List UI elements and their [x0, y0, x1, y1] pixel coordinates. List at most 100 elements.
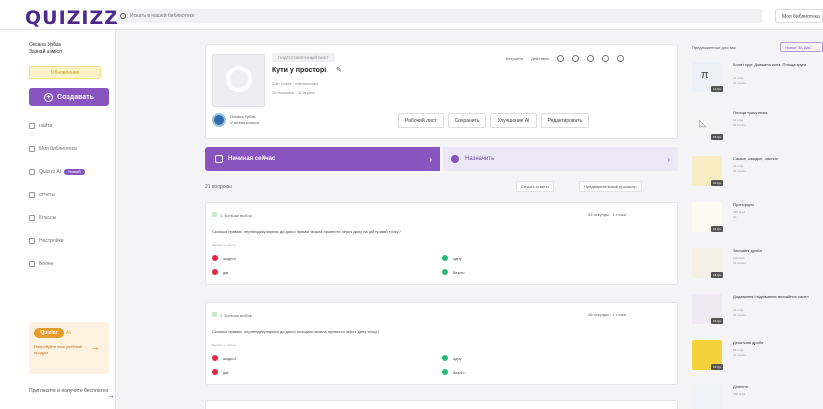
search-input[interactable] [130, 13, 330, 19]
sidebar-item-label: отчеты [39, 192, 56, 198]
ai-enhance-button[interactable]: Улучшение AI [490, 113, 537, 128]
recommended-title: Ділення [733, 384, 748, 389]
classes-icon [29, 215, 35, 221]
embed-button[interactable]: Встроить [506, 56, 523, 61]
my-library-link[interactable]: Моя библиотека [775, 9, 823, 23]
question-card[interactable]: 1. Больше выбор 45 секунды · 1 точка Ско… [205, 202, 678, 285]
recommended-title: Самые, каждые, частью [733, 156, 778, 161]
quiz-tag: ПОДГОТОВЛЕННЫЙ ВИКТ [272, 53, 335, 62]
recommended-meta: 2К играть [733, 313, 747, 317]
start-now-label: Начиная сейчас [228, 156, 276, 162]
sidebar-item-more[interactable]: Более [29, 258, 85, 270]
author-subtitle: Учитель класса [230, 120, 259, 125]
sidebar-item-label: Quizizz AI [39, 169, 62, 175]
recommended-quiz[interactable]: 14 Qs Пропорции 185 игра 3К [692, 198, 823, 238]
arrow-right-icon: → [107, 391, 115, 400]
create-label: Создавать [57, 93, 94, 101]
invite-link[interactable]: Пригласите и получите бесплатно → [29, 388, 115, 400]
sidebar-item-ai[interactable]: Quizizz AI Новый [29, 166, 85, 178]
chevron-right-icon: › [429, 154, 432, 164]
assign-button[interactable]: Назначить › [443, 147, 678, 171]
recommended-quiz[interactable]: 10 Qs Самые, каждые, частью 43 игра 2К и… [692, 152, 823, 192]
sidebar-item-search[interactable]: найти [29, 120, 85, 132]
recommended-quiz[interactable]: ◺ 15 Qs Площа трикутника 32 игра 4К игра… [692, 106, 823, 146]
question-count-badge: 12 Qs [711, 86, 724, 92]
author-avatar[interactable] [212, 113, 226, 127]
answer-text: дві [223, 269, 229, 275]
quiz-header-card: ПОДГОТОВЛЕННЫЙ ВИКТ Кути у просторі ✎ 11… [205, 44, 678, 139]
answer-option: дві [212, 269, 228, 275]
wrong-dot-icon [212, 369, 218, 375]
more-options-icon[interactable] [616, 55, 624, 62]
sidebar-item-library[interactable]: Моя библиотека [29, 143, 85, 155]
correct-dot-icon [442, 355, 448, 361]
question-type: 1. Больше выбор [212, 212, 252, 218]
multiple-choice-icon [212, 212, 217, 217]
chevron-right-icon: › [667, 154, 670, 164]
question-text: Сколько прямих, перпендикулярних до дано… [212, 229, 401, 234]
search-bar[interactable] [116, 9, 762, 23]
hide-answers-button[interactable]: Скрыть ответы [516, 181, 554, 192]
search-icon [120, 13, 126, 19]
correct-dot-icon [442, 255, 448, 261]
recommended-title: Кола і круг. Довжина кола. Площа круга [733, 62, 807, 67]
answer-choices-label: Варианты ответа [212, 343, 236, 347]
plus-icon: + [44, 92, 54, 102]
question-time: 45 секунды · 1 точка [588, 312, 626, 317]
answer-text: одну [453, 255, 462, 261]
heart-icon[interactable] [556, 55, 564, 62]
edit-pencil-icon[interactable]: ✎ [336, 66, 342, 74]
wrong-dot-icon [212, 269, 218, 275]
sidebar-item-label: Классы [39, 215, 57, 221]
save-button[interactable]: Сохранить [447, 113, 487, 128]
start-now-button[interactable]: Начиная сейчас › [205, 147, 440, 171]
user-name: Оксана Урбаs [29, 42, 62, 48]
preview-button[interactable]: Предварительный просмотр [579, 181, 642, 192]
sidebar-item-settings[interactable]: Настройки [29, 235, 85, 247]
recommended-quiz[interactable]: 16 Qs Додавання і віднімання звичайних ч… [692, 290, 823, 330]
quizizz-logo[interactable]: QUIZIZZ [25, 7, 119, 29]
recommended-meta: 188 игра [733, 392, 745, 396]
quiz-top-actions: Встроить Действия [506, 55, 624, 62]
copy-icon[interactable] [586, 55, 594, 62]
user-profile[interactable]: Оксана Урбаs Зазнай азмісл [29, 42, 62, 56]
sidebar-item-classes[interactable]: Классы [29, 212, 85, 224]
question-time: 45 секунды · 1 точка [588, 212, 626, 217]
recommended-quiz[interactable]: Ділення 188 игра [692, 380, 823, 409]
edit-button[interactable]: Редактировать [540, 113, 590, 128]
question-type-label: 1. Больше выбор [220, 213, 252, 218]
print-icon[interactable] [601, 55, 609, 62]
question-count-badge: 15 Qs [711, 364, 724, 370]
answer-text: жодної [223, 255, 236, 261]
create-button[interactable]: + Создавать [29, 88, 109, 106]
share-icon[interactable] [571, 55, 579, 62]
settings-icon [29, 238, 35, 244]
answer-option: безліч [442, 369, 464, 375]
recommended-meta: 2К играть [733, 169, 747, 173]
worksheet-button[interactable]: Рабочий лист [398, 113, 444, 128]
question-count-badge: 15 Qs [711, 134, 724, 140]
actions-dropdown[interactable]: Действия [531, 56, 549, 61]
recommended-filter-button[interactable]: Новое ЗА ВАС [780, 42, 823, 52]
ai-promo-card[interactable]: Quizizz AI Попробуйте наш учебный продук… [29, 322, 109, 374]
upgrade-button[interactable]: Обновление [29, 66, 101, 79]
quiz-action-buttons: Рабочий лист Сохранить Улучшение AI Реда… [398, 113, 590, 128]
question-count-badge: 18 Qs [711, 272, 724, 278]
recommended-quiz[interactable]: 15 Qs Десяткові дроби 59 игра 2К играть [692, 336, 823, 376]
recommended-meta: 3К [733, 215, 737, 219]
question-text: Сколько прямих, перпендикулярних до дано… [212, 329, 380, 334]
quiz-placeholder-icon [226, 66, 252, 92]
sidebar-item-reports[interactable]: отчеты [29, 189, 85, 201]
question-count: 21 вопросы [205, 184, 232, 190]
answer-option: жодної [212, 355, 236, 361]
question-card[interactable] [205, 400, 678, 409]
answer-text: безліч [453, 369, 465, 375]
sidebar-item-label: найти [39, 123, 53, 129]
more-icon [29, 261, 35, 267]
recommended-quiz[interactable]: π 12 Qs Кола і круг. Довжина кола. Площа… [692, 58, 823, 98]
recommended-meta: 2К играть [733, 353, 747, 357]
question-type: 2. Больше выбор [212, 312, 252, 318]
question-card[interactable]: 2. Больше выбор 45 секунды · 1 точка Ско… [205, 302, 678, 385]
recommended-quiz[interactable]: 18 Qs Звичайні дроби 113 игра 3К играть [692, 244, 823, 284]
question-count-badge: 14 Qs [711, 226, 724, 232]
